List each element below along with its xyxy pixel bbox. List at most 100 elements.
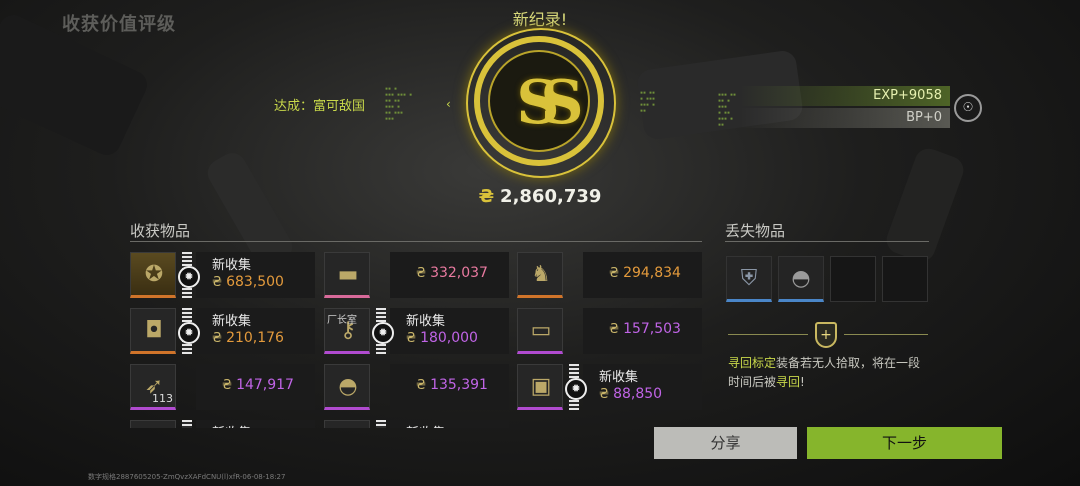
lost-slot-vest[interactable]: ⛨ xyxy=(726,256,772,302)
loot-item[interactable]: ▣ 新收集 ₴ 88,850 ✹ xyxy=(517,364,702,410)
lost-slot-empty xyxy=(882,256,928,302)
brain-icon[interactable]: ☉ xyxy=(954,94,982,122)
new-collect-label: 新收集 xyxy=(212,422,251,428)
item-thumbnail: ➶ 113 xyxy=(130,364,176,410)
new-collect-label: 新收集 xyxy=(599,370,639,385)
item-info: 新收集 ₴ 683,500 xyxy=(196,252,315,298)
coin-icon: ₴ xyxy=(222,378,233,393)
loot-section-title: 收获物品 xyxy=(130,222,191,240)
lost-slot-helmet[interactable]: ◓ xyxy=(778,256,824,302)
recover-highlight: 寻回标定 xyxy=(728,356,777,370)
new-collect-label: 新收集 xyxy=(406,314,446,329)
item-info: ₴ 332,037 xyxy=(390,252,509,298)
lost-section-title: 丢失物品 xyxy=(725,222,786,240)
item-info: 新收集 ₴ 180,000 xyxy=(390,308,509,354)
gear-icon: ✹ xyxy=(372,322,394,344)
loot-item[interactable]: 新收集✹ xyxy=(130,420,315,428)
decor-readout: ▪▪▪ ▪▪ ▪▪ ▪ ▪▪▪ ▪ ▪▪ ▪▪▪ ▪ ▪▪ xyxy=(718,92,737,128)
new-collect-label: 新收集 xyxy=(406,422,445,428)
share-button[interactable]: 分享 xyxy=(654,427,797,459)
item-info: ₴ 157,503 xyxy=(583,308,702,354)
item-icon xyxy=(325,421,371,428)
item-info: 新收集 ₴ 88,850 xyxy=(583,364,702,410)
coin-icon: ₴ xyxy=(478,186,495,207)
item-thumbnail xyxy=(324,420,370,428)
item-thumbnail: ▭ xyxy=(517,308,563,354)
coin-icon: ₴ xyxy=(609,266,620,281)
exp-reward-bar: EXP+9058 xyxy=(740,86,950,106)
loot-item[interactable]: ◘ 新收集 ₴ 210,176 ✹ xyxy=(130,308,315,354)
exp-reward: EXP+9058 xyxy=(873,88,942,103)
gear-icon: ✹ xyxy=(565,378,587,400)
loot-item[interactable]: ⚷ 厂长室 新收集 ₴ 180,000 ✹ xyxy=(324,308,509,354)
helmet-icon: ◓ xyxy=(791,265,811,291)
grade-badge: SS xyxy=(466,28,616,178)
loot-item[interactable]: ➶ 113 ₴ 147,917 xyxy=(130,364,315,410)
loot-item[interactable]: ▬ ₴ 332,037 xyxy=(324,252,509,298)
trophy-icon: ♞ xyxy=(531,262,551,287)
next-step-button[interactable]: 下一步 xyxy=(807,427,1002,459)
shield-plus-icon: + xyxy=(815,322,837,348)
helmet-icon: ◓ xyxy=(338,374,358,399)
badge-title: 新纪录! xyxy=(512,10,568,29)
recover-hint: 寻回标定装备若无人拾取，将在一段时间后被寻回! xyxy=(728,354,928,392)
bp-reward-bar: BP+0 xyxy=(740,108,950,128)
total-value-number: 2,860,739 xyxy=(500,186,602,207)
loot-item[interactable]: ◓ ₴ 135,391 xyxy=(324,364,509,410)
item-thumbnail: ▣ xyxy=(517,364,563,410)
gear-icon: ✹ xyxy=(178,266,200,288)
item-thumbnail: ▬ xyxy=(324,252,370,298)
loot-item[interactable]: 新收集✹ xyxy=(324,420,509,428)
item-info: ₴ 135,391 xyxy=(390,364,509,410)
item-thumbnail: ⚷ 厂长室 xyxy=(324,308,370,354)
coin-icon: ₴ xyxy=(609,322,620,337)
loot-item[interactable]: ♞ ₴ 294,834 xyxy=(517,252,702,298)
item-value: ₴ 332,037 xyxy=(416,265,488,281)
bp-reward: BP+0 xyxy=(906,110,942,125)
item-info: ₴ 147,917 xyxy=(196,364,315,410)
item-value: ₴ 135,391 xyxy=(416,377,488,393)
total-value: ₴ 2,860,739 xyxy=(0,186,1080,207)
item-thumbnail: ✪ xyxy=(130,252,176,298)
coin-icon: ₴ xyxy=(599,387,610,402)
item-icon xyxy=(131,421,177,428)
item-value: ₴ 294,834 xyxy=(609,265,681,281)
scope-icon: ▭ xyxy=(530,318,552,343)
new-stripe xyxy=(182,420,192,428)
item-quantity: 113 xyxy=(152,392,173,405)
coin-icon: ₴ xyxy=(212,275,223,290)
new-collect-label: 新收集 xyxy=(212,258,252,273)
footer-id: 数字规格2887605205-ZmQvzXAFdCNU(l)xfR-06-08-… xyxy=(88,473,286,481)
lost-slot-empty xyxy=(830,256,876,302)
coin-icon: ₴ xyxy=(406,331,417,346)
item-info: 新收集 xyxy=(196,420,315,428)
recover-end: ! xyxy=(800,375,805,389)
vest-icon: ⛨ xyxy=(740,265,758,291)
decor-readout: ▪▪ ▪▪ ▪ ▪▪▪ ▪▪▪ ▪ ▪▪ xyxy=(640,90,656,114)
item-thumbnail: ◘ xyxy=(130,308,176,354)
gear-icon: ✹ xyxy=(178,322,200,344)
medal-icon: ✪ xyxy=(144,262,164,287)
item-info: 新收集 ₴ 210,176 xyxy=(196,308,315,354)
loot-item[interactable]: ▭ ₴ 157,503 xyxy=(517,308,702,354)
chevron-left-icon: ‹ xyxy=(446,97,451,111)
new-collect-label: 新收集 xyxy=(212,314,252,329)
divider xyxy=(130,241,702,242)
recover-highlight2: 寻回 xyxy=(776,375,801,389)
loot-item[interactable]: ✪ 新收集 ₴ 683,500 ✹ xyxy=(130,252,315,298)
item-info: 新收集 xyxy=(390,420,509,428)
achievement-text: 达成：富可敌国 xyxy=(274,99,366,114)
item-value: ₴ 210,176 xyxy=(212,330,284,346)
grenade-icon: ◘ xyxy=(145,318,163,343)
divider xyxy=(728,334,808,335)
new-stripe xyxy=(376,420,386,428)
item-tag: 厂长室 xyxy=(327,315,357,326)
rifle-icon: ▬ xyxy=(337,262,359,287)
item-info: ₴ 294,834 xyxy=(583,252,702,298)
item-thumbnail: ◓ xyxy=(324,364,370,410)
grade-text: SS xyxy=(516,68,583,138)
item-value: ₴ 180,000 xyxy=(406,330,478,346)
coin-icon: ₴ xyxy=(416,378,427,393)
item-thumbnail: ♞ xyxy=(517,252,563,298)
divider xyxy=(844,334,928,335)
